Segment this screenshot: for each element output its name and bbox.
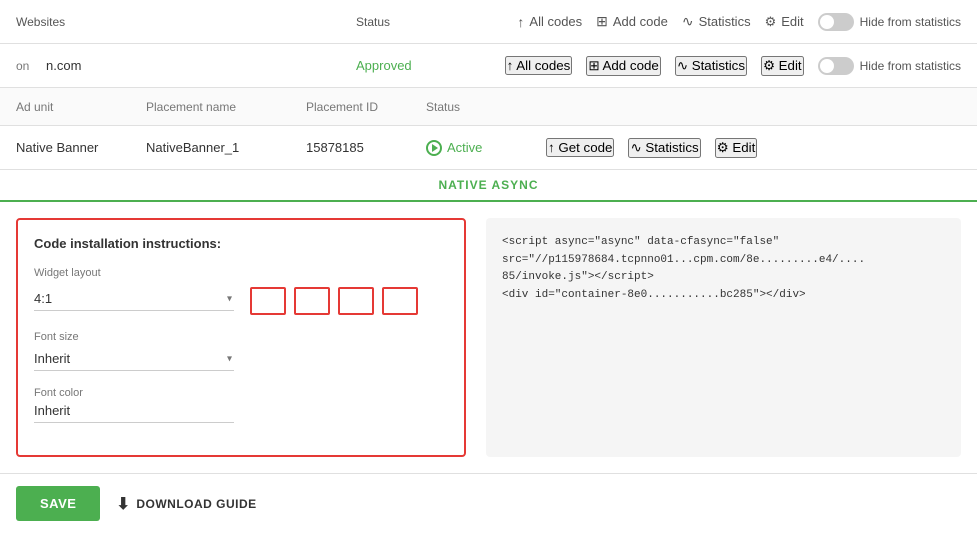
save-button[interactable]: SAVE [16, 486, 100, 521]
status-column-header: Status [356, 15, 476, 29]
code-instructions-panel: Code installation instructions: Widget l… [16, 218, 466, 457]
get-code-button[interactable]: ↑ Get code [546, 138, 614, 157]
website-statistics-button[interactable]: ∿ Statistics [675, 56, 747, 76]
website-name: n.com [46, 58, 356, 73]
widget-layout-select[interactable]: 4:1 2:1 1:1 [34, 287, 234, 311]
top-actions: ↑ All codes ⊞ Add code ∿ Statistics ⚙ Ed… [517, 13, 961, 31]
code-line-3: 85/invoke.js"></script> [502, 269, 945, 287]
gear-icon: ⚙ [765, 14, 777, 30]
ad-unit-actions: ↑ Get code ∿ Statistics ⚙ Edit [546, 138, 757, 158]
widget-layout-row: 4:1 2:1 1:1 ▾ [34, 283, 448, 315]
widget-layout-select-wrapper: 4:1 2:1 1:1 ▾ [34, 287, 234, 311]
code-snippet-box: <script async="async" data-cfasync="fals… [486, 218, 961, 457]
adunit-name: Native Banner [16, 140, 146, 155]
chart-icon: ∿ [682, 13, 694, 30]
placement-name: NativeBanner_1 [146, 140, 306, 155]
placement-name-header: Placement name [146, 100, 306, 114]
hide-statistics-toggle[interactable] [818, 13, 854, 31]
arrow-up-icon: ↑ [517, 14, 524, 30]
font-size-group: Font size Inherit Small Medium Large ▾ [34, 331, 448, 371]
on-label: on [16, 59, 46, 73]
statistics-button[interactable]: ∿ Statistics [682, 13, 751, 30]
code-line-4: <div id="container-8e0...........bc285">… [502, 287, 945, 305]
websites-column-header: Websites [16, 15, 356, 29]
code-line-2: src="//p115978684.tcpnno01...cpm.com/8e.… [502, 252, 945, 270]
font-size-select-wrapper: Inherit Small Medium Large ▾ [34, 347, 234, 371]
code-line-1: <script async="async" data-cfasync="fals… [502, 234, 945, 252]
widget-layout-group: Widget layout 4:1 2:1 1:1 ▾ [34, 267, 448, 315]
font-size-label: Font size [34, 331, 448, 343]
website-hide-toggle-group: Hide from statistics [818, 57, 961, 75]
plus-square-icon: ⊞ [596, 13, 608, 30]
download-icon: ⬇ [116, 494, 130, 514]
layout-icon-2[interactable] [294, 287, 330, 315]
native-async-bar: NATIVE ASYNC [0, 170, 977, 202]
main-content: Code installation instructions: Widget l… [0, 202, 977, 473]
website-hide-toggle[interactable] [818, 57, 854, 75]
footer-actions: SAVE ⬇ DOWNLOAD GUIDE [0, 473, 977, 533]
website-add-code-button[interactable]: ⊞ Add code [586, 56, 660, 76]
edit-button[interactable]: ⚙ Edit [765, 14, 804, 30]
hide-statistics-toggle-group: Hide from statistics [818, 13, 961, 31]
website-actions: ↑ All codes ⊞ Add code ∿ Statistics ⚙ Ed… [505, 56, 961, 76]
subheader-row: Ad unit Placement name Placement ID Stat… [0, 88, 977, 126]
ad-edit-button[interactable]: ⚙ Edit [715, 138, 758, 158]
code-instructions-title: Code installation instructions: [34, 236, 448, 251]
font-color-label: Font color [34, 387, 448, 399]
gear-icon-2: ⚙ [763, 58, 775, 73]
font-size-select[interactable]: Inherit Small Medium Large [34, 347, 234, 371]
gear-icon-3: ⚙ [717, 140, 729, 155]
plus-square-icon-2: ⊞ [588, 58, 599, 73]
website-status: Approved [356, 58, 476, 73]
ad-unit-status: Active [426, 140, 526, 156]
ad-unit-row: Native Banner NativeBanner_1 15878185 Ac… [0, 126, 977, 170]
layout-icon-4[interactable] [382, 287, 418, 315]
placement-id: 15878185 [306, 140, 426, 155]
layout-icons-group [250, 287, 418, 315]
placement-id-header: Placement ID [306, 100, 426, 114]
layout-icon-3[interactable] [338, 287, 374, 315]
font-color-value: Inherit [34, 403, 234, 423]
chart-icon-2: ∿ [677, 58, 688, 73]
adunit-header: Ad unit [16, 100, 146, 114]
website-edit-button[interactable]: ⚙ Edit [761, 56, 804, 76]
layout-icon-1[interactable] [250, 287, 286, 315]
arrow-up-icon-3: ↑ [548, 140, 555, 155]
status-header: Status [426, 100, 526, 114]
ad-statistics-button[interactable]: ∿ Statistics [628, 138, 700, 158]
arrow-up-icon-2: ↑ [507, 58, 514, 73]
add-code-button[interactable]: ⊞ Add code [596, 13, 668, 30]
download-guide-button[interactable]: ⬇ DOWNLOAD GUIDE [116, 494, 256, 514]
website-row: on n.com Approved ↑ All codes ⊞ Add code… [0, 44, 977, 88]
font-color-group: Font color Inherit [34, 387, 448, 423]
all-codes-button[interactable]: ↑ All codes [517, 14, 582, 30]
chart-icon-3: ∿ [630, 140, 641, 155]
widget-layout-label: Widget layout [34, 267, 448, 279]
top-bar: Websites Status ↑ All codes ⊞ Add code ∿… [0, 0, 977, 44]
website-all-codes-button[interactable]: ↑ All codes [505, 56, 573, 75]
active-play-icon [426, 140, 442, 156]
